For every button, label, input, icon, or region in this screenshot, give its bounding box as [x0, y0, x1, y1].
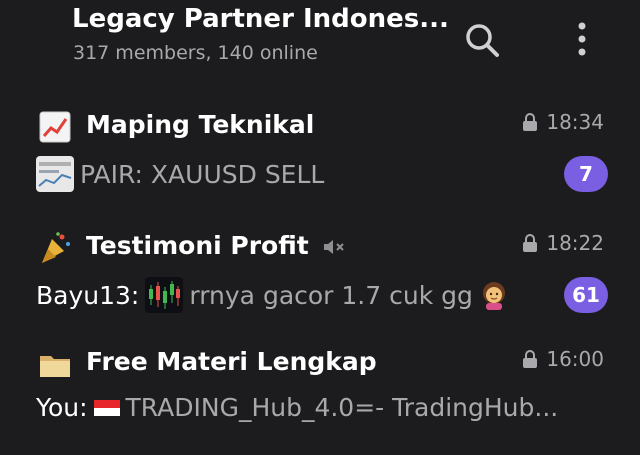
- topic-meta: 18:22: [522, 231, 604, 255]
- unread-badge: 7: [564, 156, 608, 192]
- chart-icon: [39, 111, 71, 143]
- topic-name: Maping Teknikal: [86, 110, 315, 139]
- topic-message: rrnya gacor 1.7 cuk gg: [189, 280, 473, 310]
- trading-chart-thumbnail: [145, 277, 184, 313]
- lock-icon: [523, 350, 538, 368]
- indonesia-flag-icon: [93, 399, 120, 416]
- lock-icon: [523, 113, 538, 131]
- search-icon: [466, 24, 499, 57]
- topic-row-free-materi-lengkap[interactable]: Free Materi Lengkap 16:00 You: TRADING_H…: [0, 337, 640, 455]
- more-options-button[interactable]: [562, 20, 602, 60]
- topic-name-text: Testimoni Profit: [86, 231, 309, 260]
- topic-time: 18:22: [546, 231, 604, 255]
- unread-badge: 61: [564, 277, 608, 313]
- chart-thumbnail: [36, 156, 74, 192]
- topic-message: TRADING_Hub_4.0=- TradingHub...: [125, 393, 559, 422]
- topic-row-maping-teknikal[interactable]: Maping Teknikal 18:34 PAIR: XAUUSD SELL …: [0, 100, 640, 218]
- lock-icon: [523, 234, 538, 252]
- group-subtitle: 317 members, 140 online: [73, 42, 318, 64]
- message-sender: Bayu13:: [36, 280, 140, 310]
- topic-time: 18:34: [546, 110, 604, 134]
- topic-preview: PAIR: XAUUSD SELL: [36, 156, 324, 192]
- group-title[interactable]: Legacy Partner Indones...: [72, 4, 449, 34]
- topic-message: PAIR: XAUUSD SELL: [80, 159, 325, 189]
- topic-name: Testimoni Profit: [86, 231, 345, 260]
- topic-row-testimoni-profit[interactable]: Testimoni Profit 18:22 Bayu13: rrnya gac…: [0, 221, 640, 339]
- woman-gesturing-ok-emoji: [482, 282, 505, 310]
- party-popper-icon: [42, 232, 70, 263]
- message-sender: You:: [36, 393, 88, 422]
- topic-time: 16:00: [546, 347, 604, 371]
- topic-name: Free Materi Lengkap: [86, 347, 377, 376]
- folder-icon: [40, 356, 70, 377]
- search-button[interactable]: [462, 20, 502, 60]
- chat-header: Legacy Partner Indones... 317 members, 1…: [0, 0, 640, 80]
- more-vertical-icon: [578, 22, 586, 56]
- topic-preview: You: TRADING_Hub_4.0=- TradingHub...: [36, 393, 558, 422]
- topic-meta: 16:00: [522, 347, 604, 371]
- muted-icon: [324, 240, 345, 254]
- topic-preview: Bayu13: rrnya gacor 1.7 cuk gg: [36, 277, 509, 313]
- topic-meta: 18:34: [522, 110, 604, 134]
